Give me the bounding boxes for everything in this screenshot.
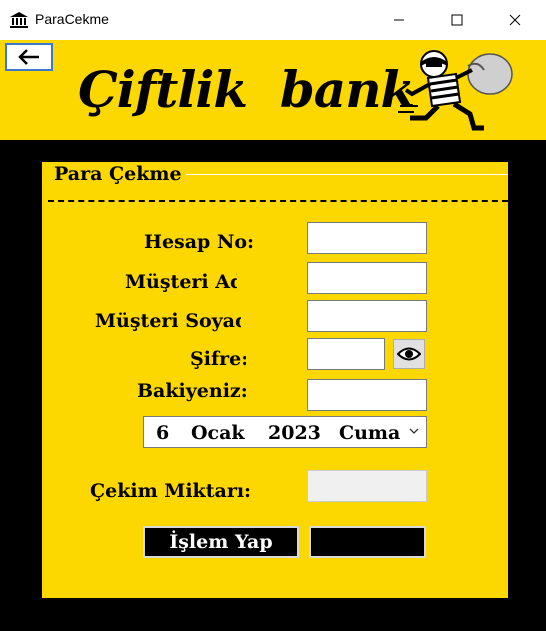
thief-with-money-bag-icon [398, 50, 513, 131]
brand-logo-text: Çiftlik bank [78, 60, 415, 119]
eye-icon [397, 347, 421, 361]
date-day: 6 [156, 422, 170, 444]
bank-icon [10, 12, 28, 28]
window-title: ParaCekme [35, 11, 109, 27]
password-input[interactable] [307, 338, 385, 370]
first-name-label: Müşteri Ad [125, 271, 237, 293]
password-label: Şifre: [190, 348, 246, 370]
date-year: 2023 [268, 422, 321, 444]
back-button[interactable] [5, 43, 53, 71]
close-icon [509, 14, 521, 26]
maximize-icon [451, 14, 463, 26]
panel-border-line [186, 174, 508, 175]
chevron-down-icon [409, 428, 419, 434]
withdraw-amount-label: Çekim Miktarı: [90, 480, 252, 502]
balance-label: Bakiyeniz: [137, 380, 248, 402]
minimize-icon [394, 19, 404, 21]
panel-title: Para Çekme [54, 163, 182, 185]
maximize-button[interactable] [434, 0, 480, 40]
first-name-input[interactable] [307, 262, 427, 294]
show-password-button[interactable] [393, 339, 425, 369]
date-weekday: Cuma [339, 422, 401, 444]
date-month: Ocak [191, 422, 245, 444]
balance-input[interactable] [307, 379, 427, 411]
withdraw-amount-input[interactable] [307, 470, 427, 502]
last-name-label: Müşteri Soyad [95, 310, 241, 332]
account-no-input[interactable] [307, 222, 427, 254]
process-button[interactable]: İşlem Yap [143, 526, 299, 558]
date-picker[interactable]: 6 Ocak 2023 Cuma [143, 416, 427, 448]
dashed-divider [48, 200, 508, 202]
account-no-label: Hesap No: [144, 231, 255, 253]
arrow-left-icon [18, 49, 39, 65]
title-bar: ParaCekme [0, 0, 546, 40]
secondary-button[interactable] [309, 526, 426, 558]
close-button[interactable] [492, 0, 538, 40]
minimize-button[interactable] [376, 0, 422, 40]
last-name-input[interactable] [307, 300, 427, 332]
